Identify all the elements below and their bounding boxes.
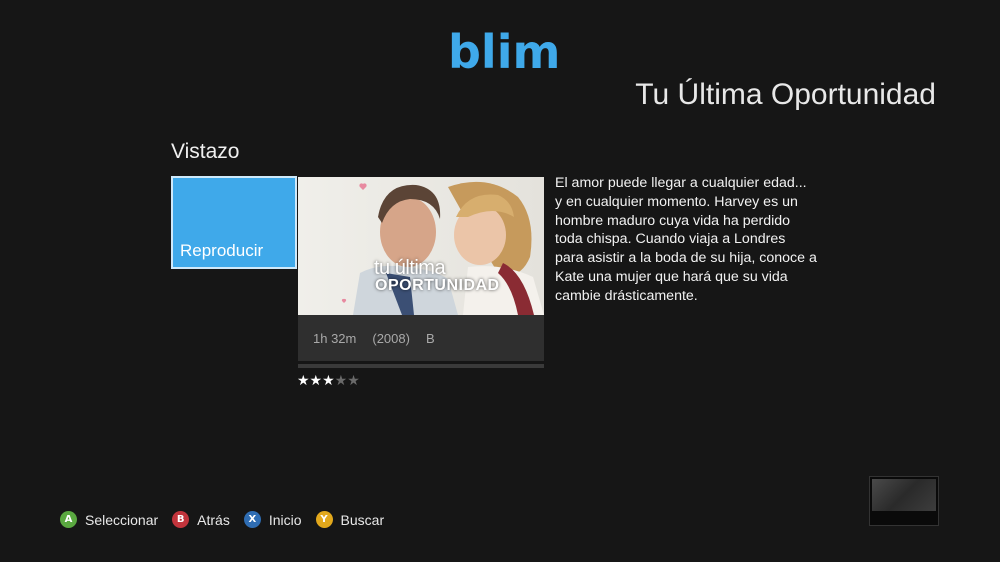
progress-bar bbox=[298, 364, 544, 368]
section-title: Vistazo bbox=[171, 140, 240, 163]
b-button-icon: B bbox=[172, 511, 190, 528]
page-title: Tu Última Oportunidad bbox=[635, 78, 936, 111]
hint-home[interactable]: X Inicio bbox=[243, 511, 302, 528]
hint-label: Seleccionar bbox=[85, 511, 159, 528]
duration: 1h 32m bbox=[313, 330, 357, 346]
x-button-icon: X bbox=[243, 511, 261, 528]
play-button-label: Reproducir bbox=[180, 241, 264, 260]
play-button[interactable]: Reproducir bbox=[171, 176, 297, 269]
hint-back[interactable]: B Atrás bbox=[172, 511, 230, 528]
star-rating: ★★★★★ bbox=[297, 373, 360, 389]
hint-label: Atrás bbox=[197, 511, 230, 528]
poster-title-line2: OPORTUNIDAD bbox=[375, 277, 500, 294]
blim-logo: blim bbox=[448, 25, 561, 79]
hint-label: Inicio bbox=[268, 511, 302, 528]
controller-hints: A Seleccionar B Atrás X Inicio Y Buscar bbox=[60, 511, 398, 528]
release-year: (2008) bbox=[372, 330, 410, 346]
movie-poster-image: tu última OPORTUNIDAD bbox=[298, 177, 544, 315]
hint-select[interactable]: A Seleccionar bbox=[60, 511, 158, 528]
movie-meta-bar: 1h 32m (2008) B bbox=[298, 315, 544, 361]
snap-thumbnail bbox=[869, 476, 939, 526]
synopsis-text: El amor puede llegar a cualquier edad...… bbox=[555, 175, 817, 304]
star-filled-icon: ★★★ bbox=[297, 373, 335, 389]
screen: blim Tu Última Oportunidad Vistazo Repro… bbox=[0, 0, 1000, 562]
y-button-icon: Y bbox=[315, 511, 333, 528]
a-button-icon: A bbox=[60, 511, 77, 528]
hint-label: Buscar bbox=[340, 511, 385, 528]
star-empty-icon: ★★ bbox=[334, 373, 360, 389]
hint-search[interactable]: Y Buscar bbox=[315, 511, 385, 528]
rating-class: B bbox=[425, 330, 435, 346]
thumbnail-image bbox=[872, 479, 936, 511]
poster-card: tu última OPORTUNIDAD 1h 32m (2008) B bbox=[298, 177, 544, 361]
